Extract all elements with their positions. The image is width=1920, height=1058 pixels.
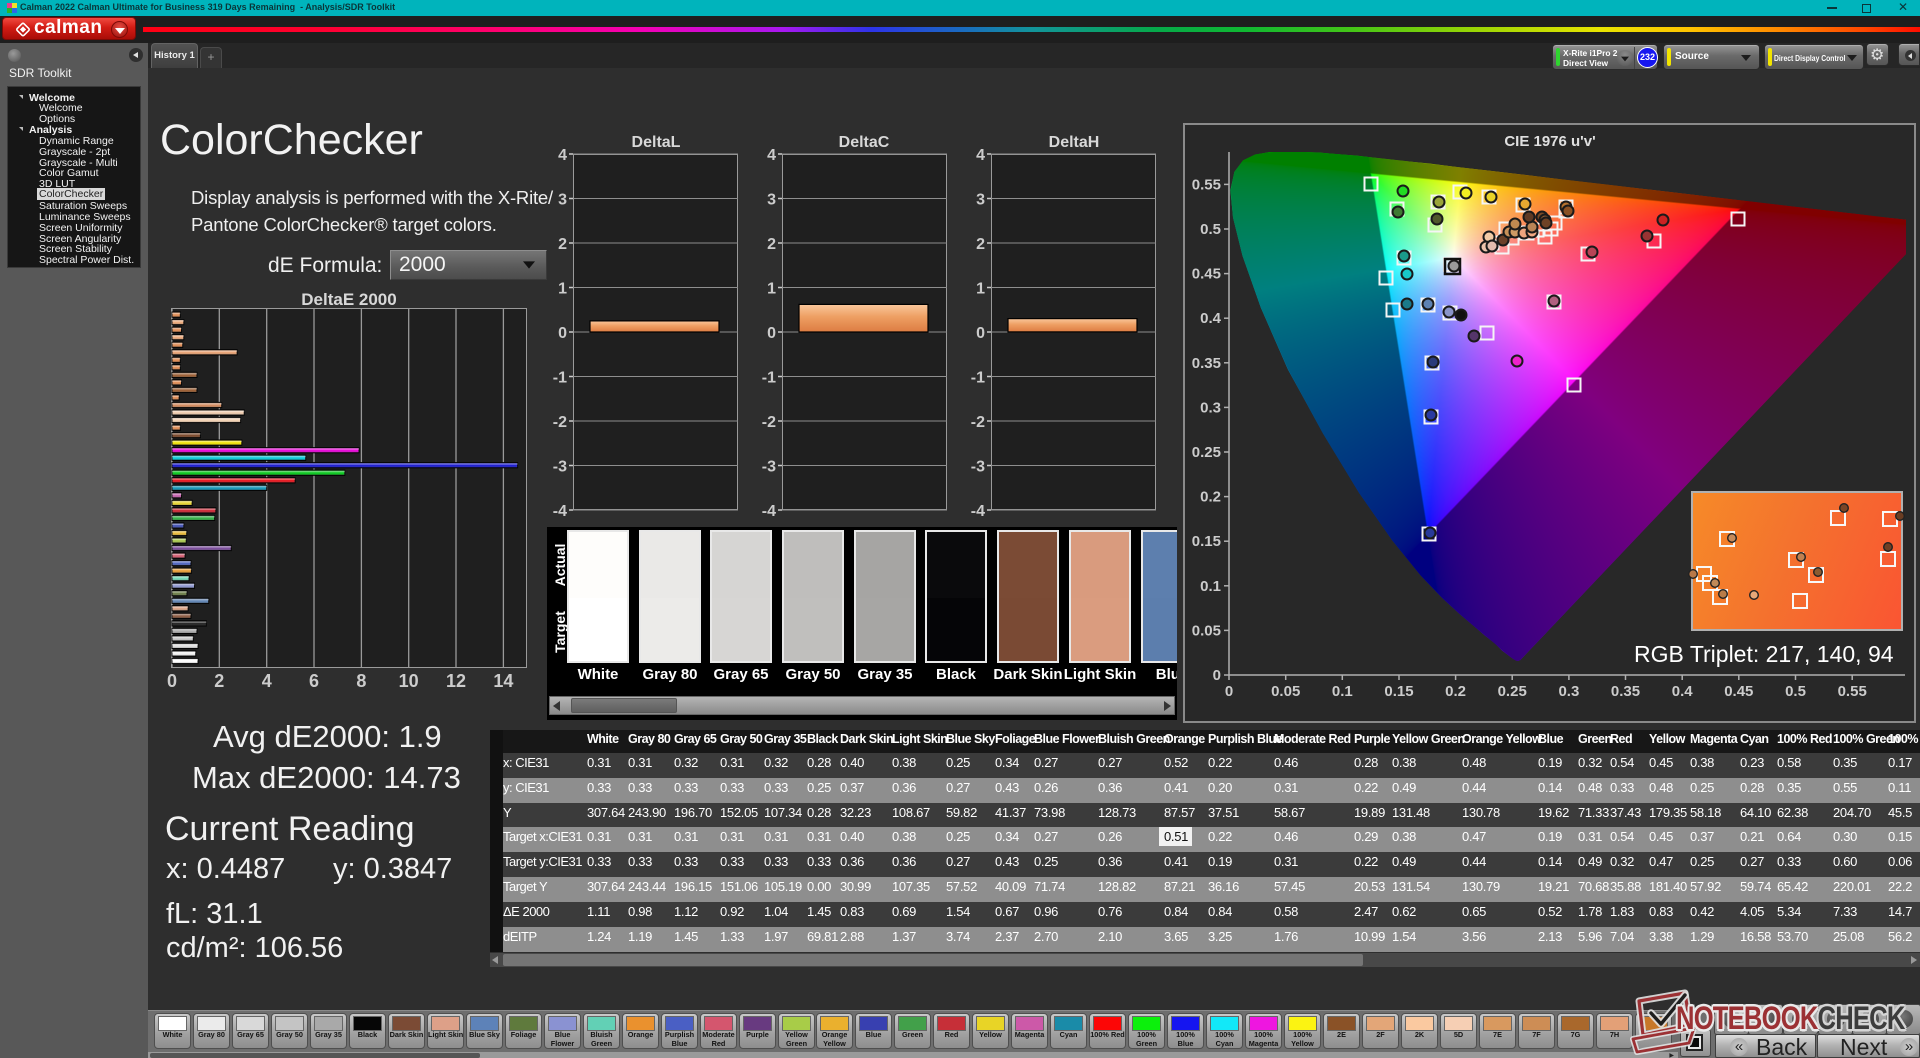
svg-text:2: 2 bbox=[558, 236, 567, 253]
svg-text:-3: -3 bbox=[553, 459, 567, 476]
svg-text:-4: -4 bbox=[971, 503, 985, 520]
svg-text:1: 1 bbox=[558, 281, 567, 298]
svg-text:0: 0 bbox=[767, 325, 776, 342]
svg-text:4: 4 bbox=[558, 147, 567, 164]
svg-text:0: 0 bbox=[558, 325, 567, 342]
svg-text:4: 4 bbox=[767, 147, 776, 164]
svg-text:2: 2 bbox=[767, 236, 776, 253]
svg-text:-1: -1 bbox=[762, 370, 776, 387]
svg-text:-3: -3 bbox=[762, 459, 776, 476]
svg-text:12: 12 bbox=[446, 671, 466, 691]
svg-text:DeltaH: DeltaH bbox=[1049, 134, 1100, 151]
svg-text:4: 4 bbox=[976, 147, 985, 164]
svg-text:-2: -2 bbox=[971, 414, 985, 431]
svg-text:3: 3 bbox=[767, 192, 776, 209]
svg-text:DeltaE 2000: DeltaE 2000 bbox=[301, 290, 396, 309]
svg-text:14: 14 bbox=[493, 671, 513, 691]
svg-text:-4: -4 bbox=[553, 503, 567, 520]
svg-text:1: 1 bbox=[767, 281, 776, 298]
svg-text:DeltaC: DeltaC bbox=[839, 134, 890, 151]
svg-text:3: 3 bbox=[976, 192, 985, 209]
svg-text:0: 0 bbox=[167, 671, 177, 691]
svg-text:1: 1 bbox=[976, 281, 985, 298]
svg-text:-2: -2 bbox=[553, 414, 567, 431]
svg-text:-2: -2 bbox=[762, 414, 776, 431]
svg-text:-1: -1 bbox=[553, 370, 567, 387]
svg-text:6: 6 bbox=[309, 671, 319, 691]
svg-text:8: 8 bbox=[356, 671, 366, 691]
svg-text:0: 0 bbox=[976, 325, 985, 342]
svg-text:2: 2 bbox=[214, 671, 224, 691]
svg-text:-1: -1 bbox=[971, 370, 985, 387]
svg-text:-4: -4 bbox=[762, 503, 776, 520]
svg-text:10: 10 bbox=[399, 671, 419, 691]
svg-text:4: 4 bbox=[262, 671, 272, 691]
svg-text:-3: -3 bbox=[971, 459, 985, 476]
svg-text:2: 2 bbox=[976, 236, 985, 253]
svg-text:DeltaL: DeltaL bbox=[632, 134, 681, 151]
